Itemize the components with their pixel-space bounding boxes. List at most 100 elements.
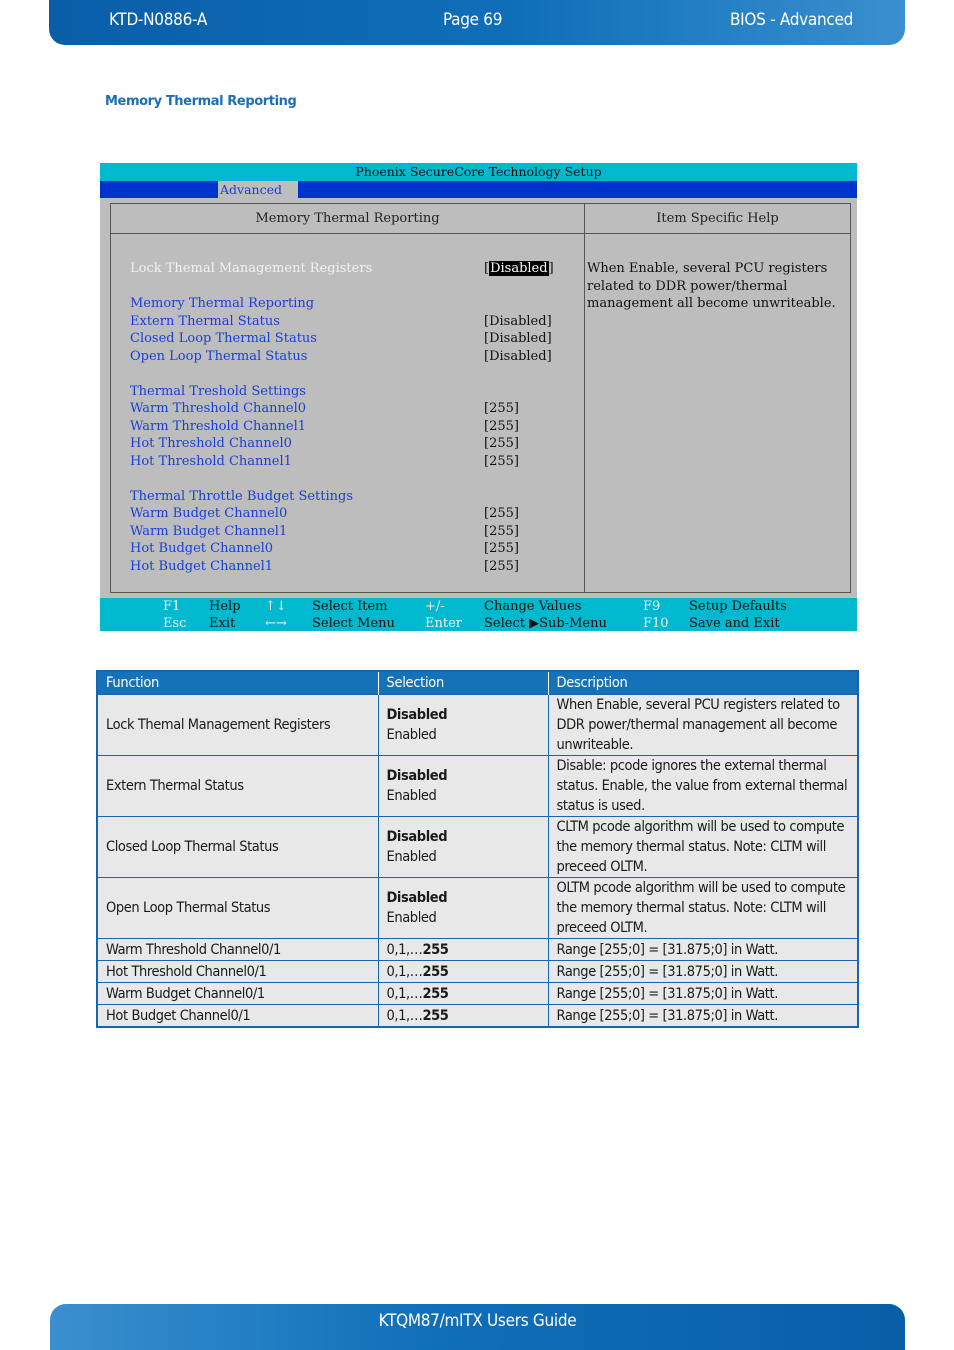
page-footer: KTQM87/mITX Users Guide bbox=[50, 1304, 905, 1350]
cell-function: Warm Threshold Channel0/1 bbox=[96, 938, 379, 961]
key-desc: Save and Exit bbox=[689, 616, 780, 631]
cell-selection: 0,1,…255 bbox=[377, 960, 549, 983]
option: Enabled bbox=[386, 727, 437, 743]
bios-value[interactable]: [255] bbox=[484, 558, 519, 575]
bios-value[interactable]: [Disabled] bbox=[484, 348, 552, 365]
cell-selection: Disabled Enabled bbox=[377, 816, 549, 878]
bios-value[interactable]: [255] bbox=[484, 505, 519, 522]
cell-description: Range [255;0] = [31.875;0] in Watt. bbox=[547, 960, 859, 983]
cell-selection: 0,1,…255 bbox=[377, 982, 549, 1005]
arrows-updown-icon: ↑↓ bbox=[265, 599, 287, 614]
bios-value[interactable]: [255] bbox=[484, 435, 519, 452]
bios-value[interactable]: [Disabled] bbox=[484, 330, 552, 347]
cell-function: Warm Budget Channel0/1 bbox=[96, 982, 379, 1005]
key-desc: Change Values bbox=[484, 599, 582, 614]
bios-left-heading: Memory Thermal Reporting bbox=[255, 211, 440, 226]
default-option: Disabled bbox=[386, 768, 448, 784]
bios-key-legend: F1 Help ↑↓ Select Item +/- Change Values… bbox=[100, 598, 857, 631]
cell-description: Disable: pcode ignores the external ther… bbox=[547, 755, 859, 817]
guide-title: KTQM87/mITX Users Guide bbox=[378, 1311, 577, 1331]
bios-item[interactable]: Hot Budget Channel1 bbox=[130, 558, 273, 575]
table-row: Warm Budget Channel0/1 0,1,…255 Range [2… bbox=[96, 982, 859, 1005]
bios-value[interactable]: [255] bbox=[484, 400, 519, 417]
default-option: Disabled bbox=[386, 829, 448, 845]
range-prefix: 0,1,… bbox=[386, 963, 423, 980]
bios-panel: Memory Thermal Reporting Item Specific H… bbox=[110, 203, 851, 593]
key-f9: F9 bbox=[643, 599, 661, 614]
default-option: Disabled bbox=[386, 707, 448, 723]
key-desc: Setup Defaults bbox=[689, 599, 787, 614]
bios-value-lock-registers[interactable]: [Disabled] bbox=[484, 260, 554, 277]
cell-description: OLTM pcode algorithm will be used to com… bbox=[547, 877, 859, 939]
default-value: 255 bbox=[422, 985, 449, 1002]
table-row: Lock Themal Management Registers Disable… bbox=[96, 694, 859, 756]
bios-menubar: Advanced bbox=[100, 181, 857, 198]
tab-advanced[interactable]: Advanced bbox=[218, 181, 298, 198]
table-row: Hot Budget Channel0/1 0,1,…255 Range [25… bbox=[96, 1004, 859, 1028]
page-number: Page 69 bbox=[443, 10, 503, 30]
bios-item-heading: Memory Thermal Reporting bbox=[130, 296, 315, 311]
table-row: Hot Threshold Channel0/1 0,1,…255 Range … bbox=[96, 960, 859, 983]
bios-item[interactable]: Warm Budget Channel0 bbox=[130, 505, 287, 522]
bios-item-heading: Thermal Treshold Settings bbox=[130, 383, 306, 399]
key-desc: Select Menu bbox=[312, 616, 395, 631]
cell-description: When Enable, several PCU registers relat… bbox=[547, 694, 859, 756]
bios-value[interactable]: [255] bbox=[484, 453, 519, 470]
key-esc: Esc bbox=[163, 616, 187, 631]
key-desc: Select ▶Sub-Menu bbox=[484, 616, 607, 631]
key-desc: Exit bbox=[209, 616, 236, 631]
cell-function: Hot Budget Channel0/1 bbox=[96, 1004, 379, 1028]
range-prefix: 0,1,… bbox=[386, 941, 423, 958]
key-f10: F10 bbox=[643, 616, 669, 631]
bios-setup-screenshot: Phoenix SecureCore Technology Setup Adva… bbox=[100, 163, 857, 631]
cell-function: Open Loop Thermal Status bbox=[96, 877, 379, 939]
bios-item[interactable]: Warm Threshold Channel1 bbox=[130, 418, 306, 435]
bios-item[interactable]: Extern Thermal Status bbox=[130, 313, 280, 330]
key-desc: Help bbox=[209, 599, 241, 614]
bios-item-lock-registers[interactable]: Lock Themal Management Registers bbox=[130, 260, 372, 277]
bios-value[interactable]: [Disabled] bbox=[484, 313, 552, 330]
bios-item[interactable]: Closed Loop Thermal Status bbox=[130, 330, 317, 347]
cell-function: Hot Threshold Channel0/1 bbox=[96, 960, 379, 983]
bios-item[interactable]: Warm Budget Channel1 bbox=[130, 523, 287, 540]
default-option: Disabled bbox=[386, 890, 448, 906]
cell-description: Range [255;0] = [31.875;0] in Watt. bbox=[547, 1004, 859, 1028]
col-selection: Selection bbox=[377, 671, 548, 695]
divider bbox=[584, 204, 585, 592]
key-enter: Enter bbox=[425, 616, 462, 631]
bios-value[interactable]: [255] bbox=[484, 540, 519, 557]
table-row: Warm Threshold Channel0/1 0,1,…255 Range… bbox=[96, 938, 859, 961]
cell-selection: Disabled Enabled bbox=[377, 694, 549, 756]
bios-item-heading: Thermal Throttle Budget Settings bbox=[130, 488, 354, 504]
table-row: Open Loop Thermal Status Disabled Enabled… bbox=[96, 877, 859, 939]
bios-help-text: When Enable, several PCU registers relat… bbox=[587, 261, 836, 311]
default-value: 255 bbox=[422, 941, 449, 958]
arrows-leftright-icon: ←→ bbox=[265, 616, 287, 631]
settings-table: Function Selection Description Lock Them… bbox=[96, 670, 859, 1028]
cell-selection: Disabled Enabled bbox=[377, 755, 549, 817]
document-id: KTD-N0886-A bbox=[109, 10, 208, 30]
range-prefix: 0,1,… bbox=[386, 985, 423, 1002]
default-value: 255 bbox=[422, 963, 449, 980]
default-value: 255 bbox=[422, 1007, 449, 1024]
bios-item[interactable]: Hot Threshold Channel1 bbox=[130, 453, 292, 470]
range-prefix: 0,1,… bbox=[386, 1007, 423, 1024]
bios-help-heading: Item Specific Help bbox=[656, 211, 779, 226]
cell-function: Lock Themal Management Registers bbox=[96, 694, 379, 756]
bios-value[interactable]: [255] bbox=[484, 418, 519, 435]
bios-selected-value: Disabled bbox=[489, 261, 549, 276]
cell-selection: 0,1,…255 bbox=[377, 938, 549, 961]
bios-item[interactable]: Warm Threshold Channel0 bbox=[130, 400, 306, 417]
key-plus-minus: +/- bbox=[425, 599, 445, 614]
table-row: Closed Loop Thermal Status Disabled Enabl… bbox=[96, 816, 859, 878]
table-row: Extern Thermal Status Disabled Enabled Di… bbox=[96, 755, 859, 817]
bios-item[interactable]: Open Loop Thermal Status bbox=[130, 348, 307, 365]
col-function: Function bbox=[97, 671, 378, 695]
cell-description: CLTM pcode algorithm will be used to com… bbox=[547, 816, 859, 878]
cell-function: Closed Loop Thermal Status bbox=[96, 816, 379, 878]
bios-item[interactable]: Hot Budget Channel0 bbox=[130, 540, 273, 557]
divider bbox=[111, 233, 850, 234]
bios-value[interactable]: [255] bbox=[484, 523, 519, 540]
table-header-row: Function Selection Description bbox=[97, 671, 858, 695]
bios-item[interactable]: Hot Threshold Channel0 bbox=[130, 435, 292, 452]
